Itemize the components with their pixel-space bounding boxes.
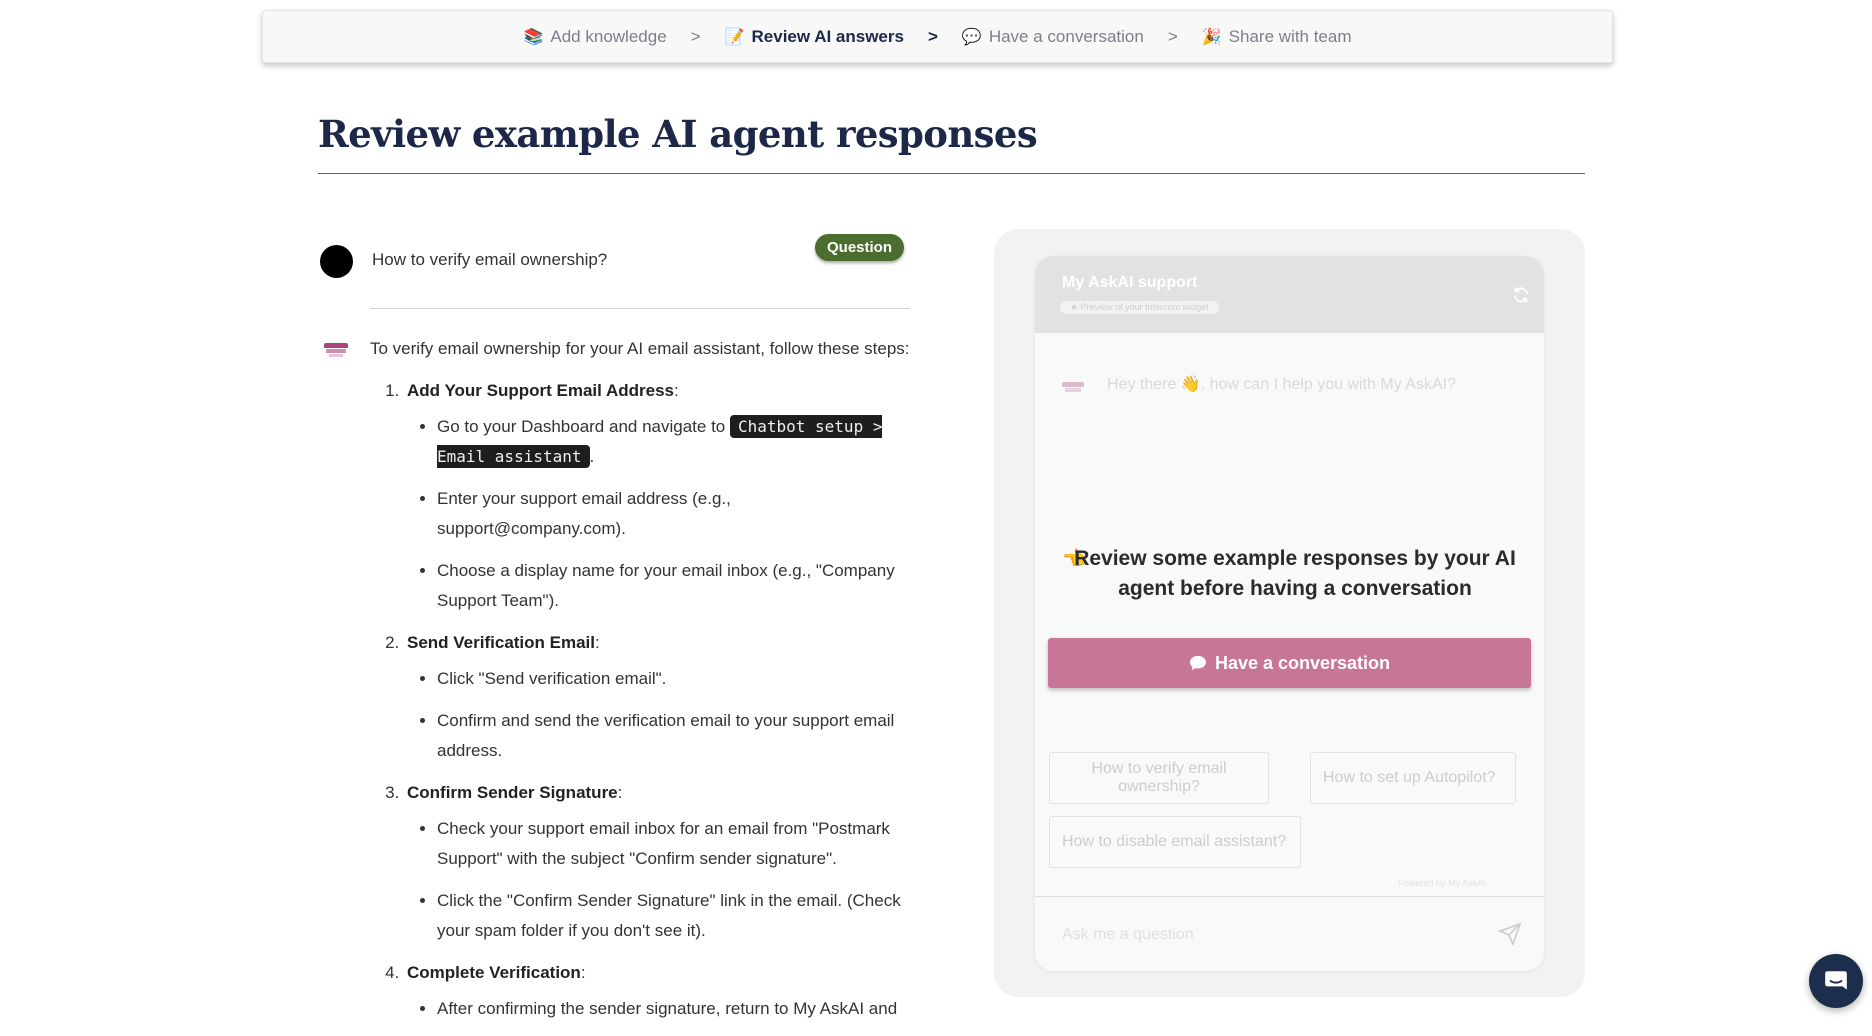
suggestion-chip[interactable]: How to verify email ownership?	[1049, 752, 1269, 804]
memo-icon: 📝	[724, 28, 745, 46]
title-divider	[318, 173, 1585, 174]
answer-step: Send Verification Email: Click "Send ver…	[404, 628, 918, 766]
question-text: How to verify email ownership?	[372, 250, 608, 269]
step-heading: Complete Verification	[407, 963, 581, 982]
input-divider	[1035, 896, 1544, 897]
step-separator: >	[1167, 26, 1178, 46]
page-title: Review example AI agent responses	[318, 112, 1038, 156]
step-label: Review AI answers	[751, 26, 904, 46]
answer-steps: Add Your Support Email Address: Go to yo…	[318, 376, 918, 1024]
step-item-text: Go to your Dashboard and navigate to	[437, 417, 730, 436]
widget-preview-panel: My AskAI support ★ Preview of your Inter…	[994, 229, 1585, 997]
widget-greeting: Hey there 👋, how can I help you with My …	[1107, 376, 1456, 393]
step-item: Click "Send verification email".	[437, 664, 918, 694]
speech-bubble-icon: 💬	[961, 28, 982, 46]
step-label: Add knowledge	[550, 26, 667, 46]
party-popper-icon: 🎉	[1201, 28, 1222, 46]
chat-bubble-icon	[1189, 655, 1206, 671]
question-badge: Question	[815, 234, 905, 261]
step-label: Share with team	[1228, 26, 1352, 46]
have-a-conversation-button[interactable]: Have a conversation	[1048, 638, 1531, 688]
user-avatar	[320, 245, 353, 278]
answer-step: Complete Verification: After confirming …	[404, 958, 918, 1024]
suggestion-chip[interactable]: How to set up Autopilot?	[1310, 752, 1516, 804]
answer-step: Add Your Support Email Address: Go to yo…	[404, 376, 918, 616]
powered-by-label: Powered by My AskAI	[1398, 878, 1486, 888]
answer-step: Confirm Sender Signature: Check your sup…	[404, 778, 918, 946]
step-heading: Send Verification Email	[407, 633, 596, 652]
widget-title: My AskAI support	[1062, 274, 1198, 291]
step-item: After confirming the sender signature, r…	[437, 994, 918, 1024]
ai-answer: To verify email ownership for your AI em…	[318, 330, 918, 1036]
question-row: How to verify email ownership? Question	[318, 230, 918, 290]
step-separator: >	[690, 26, 701, 46]
step-item: Click the "Confirm Sender Signature" lin…	[437, 886, 918, 946]
answer-intro: To verify email ownership for your AI em…	[370, 339, 910, 358]
step-item: Enter your support email address (e.g., …	[437, 484, 918, 544]
ask-question-input[interactable]	[1060, 920, 1480, 950]
onboarding-stepper: 📚 Add knowledge > 📝 Review AI answers > …	[262, 10, 1613, 63]
widget-header: My AskAI support ★ Preview of your Inter…	[1035, 256, 1544, 333]
question-divider	[370, 308, 910, 309]
intercom-launcher-button[interactable]	[1809, 954, 1863, 1008]
books-icon: 📚	[523, 28, 544, 46]
step-item: Go to your Dashboard and navigate to Cha…	[437, 412, 918, 472]
suggestion-chip[interactable]: How to disable email assistant?	[1049, 816, 1301, 868]
askai-logo-icon	[324, 343, 348, 359]
step-item: Confirm and send the verification email …	[437, 706, 918, 766]
step-heading: Confirm Sender Signature	[407, 783, 618, 802]
chat-icon	[1825, 971, 1847, 990]
refresh-icon[interactable]	[1512, 286, 1530, 304]
step-share-with-team[interactable]: 🎉 Share with team	[1202, 27, 1352, 47]
widget-preview-tag: ★ Preview of your Intercom widget	[1060, 301, 1219, 314]
step-item: Choose a display name for your email inb…	[437, 556, 918, 616]
step-label: Have a conversation	[988, 26, 1144, 46]
overlay-message: Review some example responses by your AI…	[1074, 547, 1516, 600]
step-item-text: .	[589, 447, 595, 466]
step-separator: >	[927, 26, 938, 46]
step-heading: Add Your Support Email Address	[407, 381, 674, 400]
step-review-ai-answers[interactable]: 📝 Review AI answers	[725, 27, 904, 47]
step-add-knowledge[interactable]: 📚 Add knowledge	[523, 27, 666, 47]
send-icon[interactable]	[1498, 922, 1522, 946]
step-item: Check your support email inbox for an em…	[437, 814, 918, 874]
cta-label: Have a conversation	[1214, 652, 1391, 673]
step-have-a-conversation[interactable]: 💬 Have a conversation	[962, 27, 1144, 47]
askai-logo-icon	[1062, 382, 1084, 396]
